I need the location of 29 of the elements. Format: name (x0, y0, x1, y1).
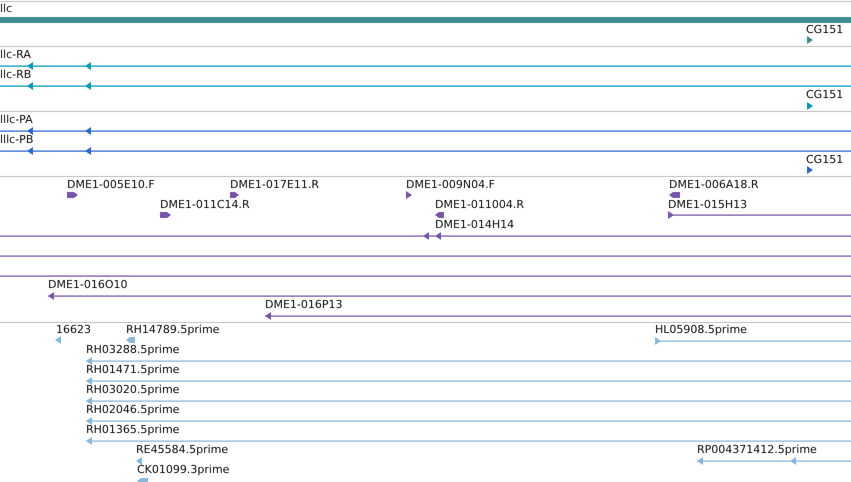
feature-label: RH01365.5prime (86, 424, 180, 436)
feature-label: llc (0, 3, 12, 15)
feature-label: CG151 (806, 89, 844, 101)
feature-label: RH03020.5prime (86, 384, 180, 396)
feature-label: DME1-016P13 (265, 299, 343, 311)
feature-label: RP004371412.5prime (697, 444, 817, 456)
feature-label: DME1-005E10.F (67, 179, 155, 191)
feature-label: lllc-PB (0, 134, 34, 146)
feature-label: DME1-015H13 (668, 199, 748, 211)
feature-label: DME1-014H14 (435, 219, 514, 231)
feature-label: 16623 (56, 324, 91, 336)
feature-label: RH01471.5prime (86, 364, 180, 376)
feature-label: llc-RA (0, 49, 31, 61)
feature-label: DME1-009N04.F (406, 179, 495, 191)
feature-label: HL05908.5prime (655, 324, 747, 336)
feature-label: CK01099.3prime (137, 464, 230, 476)
feature-label: DME1-011C14.R (160, 199, 250, 211)
feature-label: DME1-006A18.R (669, 179, 759, 191)
feature-label: CG151 (806, 154, 844, 166)
feature-label: RH14789.5prime (126, 324, 220, 336)
feature-label: llc-RB (0, 69, 32, 81)
feature-label: CG151 (806, 24, 844, 36)
feature-label: DME1-011004.R (435, 199, 524, 211)
feature-label: DME1-016O10 (48, 279, 128, 291)
feature-label: RH03288.5prime (86, 344, 180, 356)
feature-label: lllc-PA (0, 114, 33, 126)
feature-label: RH02046.5prime (86, 404, 180, 416)
feature-label: DME1-017E11.R (230, 179, 319, 191)
feature-label: RE45584.5prime (136, 444, 228, 456)
